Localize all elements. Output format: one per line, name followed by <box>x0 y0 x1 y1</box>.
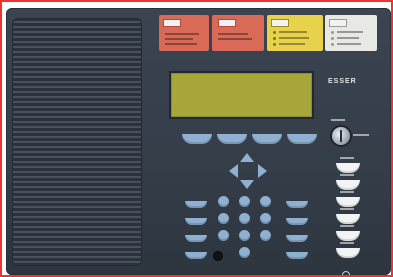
led-indicator <box>331 31 334 34</box>
numeric-key[interactable] <box>260 213 271 224</box>
label-line <box>218 38 252 40</box>
lock-icon <box>342 271 350 275</box>
status-label-plate <box>159 15 209 51</box>
led-indicator <box>331 43 334 46</box>
label-line <box>218 33 248 35</box>
control-key[interactable] <box>336 214 360 224</box>
speaker-grille <box>12 18 142 266</box>
soft-key[interactable] <box>252 134 282 144</box>
soft-key[interactable] <box>287 134 317 144</box>
lcd-display <box>169 71 314 119</box>
control-key[interactable] <box>336 163 360 173</box>
control-key-caption <box>340 191 354 193</box>
function-key-right[interactable] <box>286 218 308 225</box>
image-frame: ESSER <box>0 0 393 277</box>
label-line <box>337 37 359 39</box>
led-indicator <box>273 37 276 40</box>
numeric-key[interactable] <box>239 247 250 258</box>
led-indicator <box>273 43 276 46</box>
control-key-caption <box>340 157 354 159</box>
function-key-left[interactable] <box>185 201 207 208</box>
numeric-key[interactable] <box>260 196 271 207</box>
numeric-key[interactable] <box>239 213 250 224</box>
label-tag <box>329 19 347 27</box>
key-switch-caption <box>353 134 369 136</box>
status-label-plate <box>267 15 323 51</box>
control-key-caption <box>340 242 354 244</box>
function-key-left[interactable] <box>185 235 207 242</box>
numeric-key[interactable] <box>218 196 229 207</box>
label-line <box>337 31 363 33</box>
soft-key[interactable] <box>182 134 212 144</box>
label-tag <box>163 19 181 27</box>
soft-key[interactable] <box>217 134 247 144</box>
status-label-plate <box>325 15 377 51</box>
sensor-hole <box>213 251 223 261</box>
label-line <box>279 37 309 39</box>
arrow-down-key[interactable] <box>240 180 254 189</box>
numeric-key[interactable] <box>260 230 271 241</box>
key-switch-caption <box>331 119 345 121</box>
fire-alarm-control-panel: ESSER <box>6 8 391 275</box>
label-tag <box>271 19 289 27</box>
arrow-up-key[interactable] <box>240 153 254 162</box>
brand-logo: ESSER <box>328 78 357 85</box>
label-line <box>165 38 193 40</box>
arrow-left-key[interactable] <box>229 164 238 178</box>
led-indicator <box>331 37 334 40</box>
function-key-left[interactable] <box>185 252 207 259</box>
status-label-plate <box>212 15 264 51</box>
function-key-left[interactable] <box>185 218 207 225</box>
label-line <box>279 43 305 45</box>
function-key-right[interactable] <box>286 252 308 259</box>
function-key-right[interactable] <box>286 201 308 208</box>
control-key[interactable] <box>336 197 360 207</box>
key-switch[interactable] <box>332 127 350 145</box>
control-key[interactable] <box>336 231 360 241</box>
label-line <box>279 31 307 33</box>
numeric-key[interactable] <box>239 230 250 241</box>
control-key[interactable] <box>336 248 360 258</box>
control-key[interactable] <box>336 180 360 190</box>
label-line <box>337 43 361 45</box>
control-key-caption <box>340 208 354 210</box>
control-key-caption <box>340 225 354 227</box>
numeric-key[interactable] <box>218 230 229 241</box>
arrow-right-key[interactable] <box>258 164 267 178</box>
numeric-key[interactable] <box>239 196 250 207</box>
key-slot-icon <box>340 130 342 142</box>
numeric-key[interactable] <box>218 213 229 224</box>
function-key-right[interactable] <box>286 235 308 242</box>
label-line <box>165 43 197 45</box>
led-indicator <box>273 31 276 34</box>
label-line <box>165 33 199 35</box>
label-tag <box>218 19 236 27</box>
control-key-caption <box>340 174 354 176</box>
